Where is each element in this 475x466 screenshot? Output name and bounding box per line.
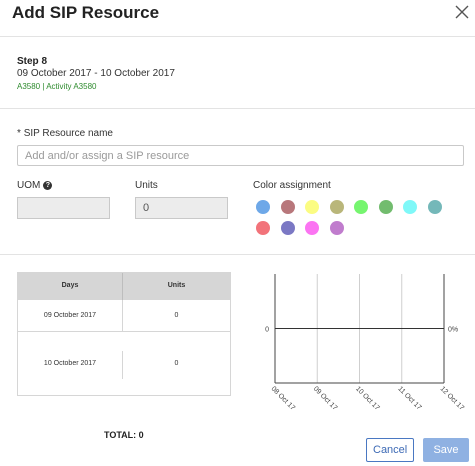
color-swatch[interactable]: [280, 200, 295, 214]
row-units: 0: [174, 360, 179, 367]
color-swatch[interactable]: [329, 200, 344, 214]
y-tick-label-right: 0%: [448, 327, 458, 334]
row-day: 09 October 2017: [43, 312, 97, 319]
save-button[interactable]: Save: [423, 438, 469, 462]
close-icon[interactable]: [455, 5, 469, 19]
units-table: Days Units 09 October 2017 0 10 October …: [17, 272, 231, 396]
uom-label-text: UOM: [17, 180, 41, 191]
color-swatch[interactable]: [305, 200, 319, 214]
total-label: TOTAL: 0: [104, 430, 144, 440]
step-name: Step 8: [17, 56, 48, 67]
form-divider: [0, 254, 475, 255]
color-swatch[interactable]: [329, 221, 344, 235]
units-label: Units: [135, 180, 158, 191]
x-tick-label: 11 Oct 17: [396, 385, 422, 411]
x-tick-label: 10 Oct 17: [354, 385, 380, 411]
step-dates: 09 October 2017 - 10 October 2017: [17, 68, 175, 79]
color-swatch[interactable]: [280, 221, 295, 235]
color-swatch[interactable]: [305, 221, 319, 235]
color-swatch[interactable]: [378, 200, 393, 214]
column-header-units: Units: [167, 282, 186, 289]
x-tick-label: 12 Oct 17: [439, 385, 465, 411]
step-ids: A3580 | Activity A3580: [17, 82, 97, 91]
color-swatch[interactable]: [256, 221, 270, 235]
cancel-button[interactable]: Cancel: [366, 438, 414, 462]
resource-name-label: * SIP Resource name: [17, 128, 113, 139]
uom-input[interactable]: [17, 197, 110, 219]
y-tick-label: 0: [265, 327, 269, 334]
step-divider: [0, 108, 475, 109]
color-swatch[interactable]: [403, 200, 417, 214]
dialog-title: Add SIP Resource: [12, 3, 160, 22]
row-divider: [18, 331, 230, 332]
column-header-days: Days: [61, 282, 79, 289]
units-chart: 0 0% 08 Oct 17 09 Oct 17 10 Oct 17 11 Oct 17 1…: [265, 274, 465, 412]
required-mark: *: [17, 128, 21, 139]
x-tick-label: 09 Oct 17: [312, 385, 338, 411]
resource-name-label-text: SIP Resource name: [23, 128, 113, 139]
row-units: 0: [174, 312, 179, 319]
uom-label: UOM?: [17, 180, 53, 191]
color-swatch[interactable]: [427, 200, 442, 214]
help-icon[interactable]: ?: [43, 181, 53, 190]
header-divider: [0, 36, 475, 37]
resource-name-input[interactable]: [17, 145, 464, 166]
units-input[interactable]: [135, 197, 228, 219]
color-swatch[interactable]: [354, 200, 368, 214]
color-assignment-label: Color assignment: [253, 180, 331, 191]
color-swatch[interactable]: [256, 200, 270, 214]
x-tick-label: 08 Oct 17: [270, 385, 296, 411]
row-day: 10 October 2017: [43, 360, 97, 367]
